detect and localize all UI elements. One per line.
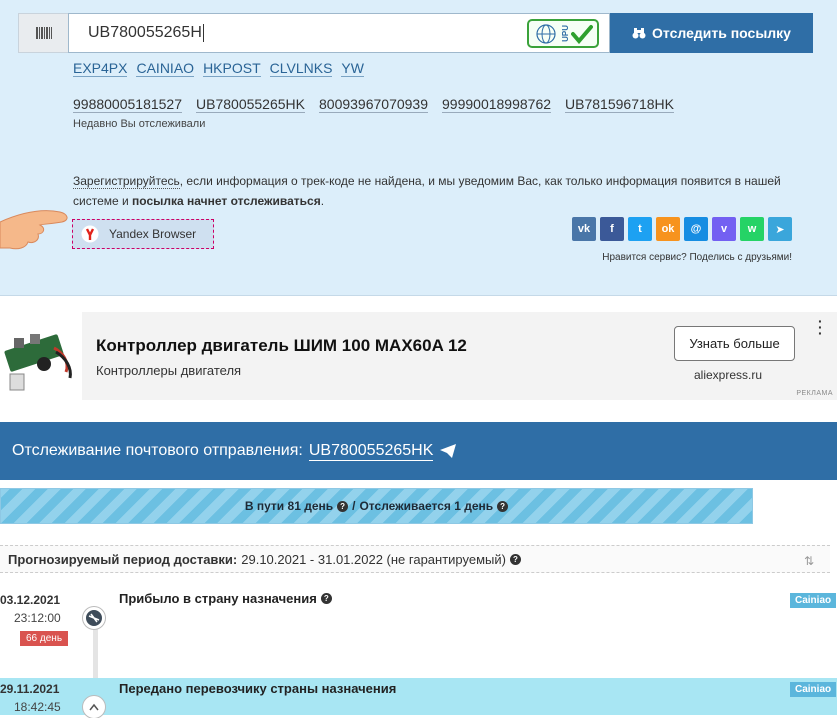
delivery-forecast: Прогнозируемый период доставки: 29.10.20… <box>0 545 830 573</box>
facebook-icon[interactable]: f <box>600 217 624 241</box>
tracking-number-input[interactable]: UB780055265H UPU <box>68 13 610 53</box>
event-day-badge: 66 день <box>20 631 69 646</box>
telegram-icon[interactable]: ➤ <box>768 217 792 241</box>
yandex-browser-button[interactable]: Yandex Browser <box>72 219 214 249</box>
event-title-text: Прибыло в страну назначения <box>119 591 317 606</box>
ad-product-image[interactable] <box>0 312 82 400</box>
search-bar: UB780055265H UPU Отследить посылку <box>18 13 813 53</box>
vk-icon[interactable]: vk <box>572 217 596 241</box>
carrier-links: EXP4PX CAINIAO HKPOST CLVLNKS YW <box>73 60 364 77</box>
whatsapp-icon[interactable]: w <box>740 217 764 241</box>
carrier-link[interactable]: CLVLNKS <box>269 60 333 77</box>
recent-tracks: 99880005181527 UB780055265HK 80093967070… <box>73 96 675 113</box>
recent-track-link[interactable]: UB781596718HK <box>565 96 675 113</box>
barcode-scan-button[interactable] <box>18 13 68 53</box>
carrier-link[interactable]: YW <box>341 60 364 77</box>
track-parcel-button[interactable]: Отследить посылку <box>610 13 813 53</box>
tracking-number-link[interactable]: UB780055265HK <box>308 442 434 461</box>
checkmark-icon <box>571 24 593 44</box>
help-icon[interactable]: ? <box>509 553 521 565</box>
ad-learn-more-button[interactable]: Узнать больше <box>674 326 795 361</box>
register-link[interactable]: Зарегистрируйтесь <box>73 174 180 189</box>
upu-label: UPU <box>560 25 570 42</box>
event-time: 23:12:00 <box>14 611 61 625</box>
carrier-link[interactable]: HKPOST <box>203 60 261 77</box>
twitter-icon[interactable]: t <box>628 217 652 241</box>
recent-track-link[interactable]: 99990018998762 <box>442 96 552 113</box>
ad-label: РЕКЛАМА <box>796 390 833 397</box>
ad-title[interactable]: Контроллер двигатель ШИМ 100 MAX60A 12 <box>96 336 467 356</box>
social-share-icons: vk f t ok @ v w ➤ <box>572 217 792 241</box>
tracked-days: Отслеживается 1 день <box>359 499 494 513</box>
carrier-link[interactable]: EXP4PX <box>73 60 128 77</box>
tracking-number-value: UB780055265H <box>88 24 202 41</box>
binoculars-icon <box>632 28 646 39</box>
recent-label: Недавно Вы отслеживали <box>73 118 206 130</box>
sort-icon[interactable]: ⇅ <box>804 554 814 568</box>
register-bold-text: посылка начнет отслеживаться <box>132 194 321 208</box>
help-icon[interactable]: ? <box>497 500 509 512</box>
ad-subtitle: Контроллеры двигателя <box>96 363 242 378</box>
yandex-browser-label: Yandex Browser <box>109 227 197 241</box>
tracking-header: Отслеживание почтового отправления: UB78… <box>0 422 837 480</box>
event-title-text: Передано перевозчику страны назначения <box>119 681 397 696</box>
upu-globe-icon <box>536 23 556 44</box>
moimir-icon[interactable]: @ <box>684 217 708 241</box>
event-title: Передано перевозчику страны назначения <box>119 681 396 696</box>
ad-more-icon[interactable]: · · · <box>818 314 823 340</box>
tracking-event: 03.12.2021 23:12:00 66 день Прибыло в ст… <box>0 585 837 677</box>
viber-icon[interactable]: v <box>712 217 736 241</box>
forecast-value: 29.10.2021 - 31.01.2022 (не гарантируемы… <box>241 551 506 567</box>
odnoklassniki-icon[interactable]: ok <box>656 217 680 241</box>
ad-domain: aliexpress.ru <box>694 368 763 382</box>
carrier-link[interactable]: CAINIAO <box>136 60 195 77</box>
progress-separator: / <box>352 499 356 513</box>
help-icon[interactable]: ? <box>320 593 332 604</box>
event-date: 29.11.2021 <box>0 682 60 696</box>
recent-track-link[interactable]: 99880005181527 <box>73 96 183 113</box>
tracking-event: 29.11.2021 18:42:45 Передано перевозчику… <box>0 678 837 718</box>
barcode-icon <box>35 27 52 39</box>
pointing-hand-icon <box>0 210 68 250</box>
timeline-dot-icon <box>83 607 105 629</box>
event-carrier-badge: Cainiao <box>790 682 837 697</box>
telegram-send-icon[interactable] <box>439 443 457 459</box>
yandex-logo-icon <box>81 225 99 243</box>
help-icon[interactable]: ? <box>337 500 349 512</box>
event-carrier-badge: Cainiao <box>790 593 837 608</box>
event-time: 18:42:45 <box>14 700 61 714</box>
forecast-label: Прогнозируемый период доставки: <box>8 551 238 567</box>
register-note: Зарегистрируйтесь, если информация о тре… <box>73 171 788 211</box>
recent-track-link[interactable]: 80093967070939 <box>319 96 429 113</box>
share-note: Нравится сервис? Поделись с друзьями! <box>602 252 792 263</box>
track-parcel-label: Отследить посылку <box>652 25 791 41</box>
register-text-2: . <box>320 194 325 208</box>
recent-track-link[interactable]: UB780055265HK <box>196 96 305 113</box>
ad-banner[interactable]: Контроллер двигатель ШИМ 100 MAX60A 12 К… <box>0 312 837 400</box>
event-title: Прибыло в страну назначения ? <box>119 591 332 606</box>
event-date: 03.12.2021 <box>0 593 61 607</box>
search-panel: UB780055265H UPU Отследить посылку EXP4P… <box>0 0 837 296</box>
transit-days: В пути 81 день <box>244 499 334 513</box>
tracking-header-label: Отслеживание почтового отправления: <box>12 442 303 459</box>
transit-progress: В пути 81 день ? / Отслеживается 1 день … <box>0 488 753 524</box>
upu-badge: UPU <box>527 19 599 48</box>
